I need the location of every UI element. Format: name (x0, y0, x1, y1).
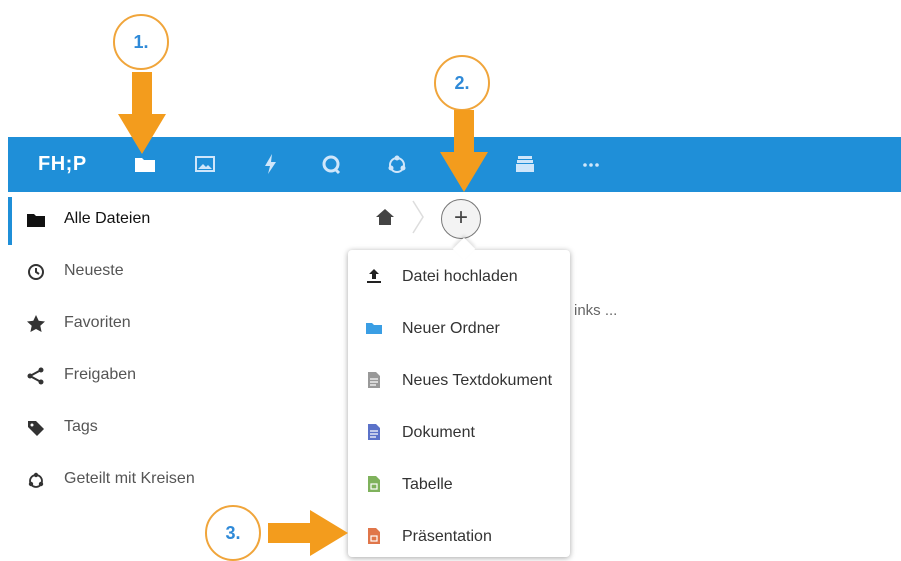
sidebar-item-label: Freigaben (64, 366, 137, 383)
deck-app-icon[interactable] (512, 151, 538, 177)
spreadsheet-icon (365, 475, 383, 493)
presentation-icon (365, 527, 383, 545)
star-icon (26, 314, 46, 334)
text-file-icon (365, 371, 383, 389)
sidebar-item-all-files[interactable]: Alle Dateien (8, 195, 361, 245)
gallery-app-icon[interactable] (192, 151, 218, 177)
sidebar-item-label: Neueste (64, 262, 124, 279)
circles-icon (26, 470, 46, 490)
sidebar-item-label: Alle Dateien (64, 210, 151, 227)
step-3-badge: 3. (205, 505, 261, 561)
menu-item-document[interactable]: Dokument (348, 410, 570, 454)
menu-item-upload[interactable]: Datei hochladen (348, 254, 570, 298)
step-1-badge: 1. (113, 14, 169, 70)
step-1-arrow-icon (118, 72, 166, 154)
circles-app-icon[interactable] (384, 151, 410, 177)
sidebar-item-label: Geteilt mit Kreisen (64, 470, 195, 487)
talk-app-icon[interactable] (318, 151, 344, 177)
sidebar-item-circles[interactable]: Geteilt mit Kreisen (8, 455, 361, 505)
menu-item-label: Neuer Ordner (402, 320, 500, 337)
breadcrumb-separator-icon (409, 199, 427, 235)
menu-item-label: Datei hochladen (402, 268, 518, 285)
sidebar-item-recent[interactable]: Neueste (8, 247, 361, 297)
step-3-arrow-icon (268, 510, 348, 556)
files-app-icon[interactable] (132, 151, 158, 177)
share-icon (26, 366, 46, 386)
partially-hidden-text: inks ... (574, 302, 618, 319)
upload-icon (365, 267, 383, 285)
step-2-badge: 2. (434, 55, 490, 111)
document-icon (365, 423, 383, 441)
folder-icon (26, 210, 46, 230)
more-apps-icon[interactable] (578, 151, 604, 177)
sidebar-item-tags[interactable]: Tags (8, 403, 361, 453)
menu-item-label: Präsentation (402, 528, 492, 545)
sidebar-item-label: Tags (64, 418, 98, 435)
sidebar-item-label: Favoriten (64, 314, 131, 331)
folder-icon (365, 319, 383, 337)
files-sidebar: Alle Dateien Neueste Favoriten Freigaben… (8, 192, 361, 561)
menu-item-presentation[interactable]: Präsentation (348, 514, 570, 558)
menu-item-new-text-document[interactable]: Neues Textdokument (348, 358, 570, 402)
menu-item-spreadsheet[interactable]: Tabelle (348, 462, 570, 506)
activity-app-icon[interactable] (258, 151, 284, 177)
sidebar-item-favorites[interactable]: Favoriten (8, 299, 361, 349)
home-icon[interactable] (374, 206, 396, 228)
menu-item-label: Dokument (402, 424, 475, 441)
new-item-menu: Datei hochladen Neuer Ordner Neues Textd… (348, 250, 570, 557)
tag-icon (26, 418, 46, 438)
clock-icon (26, 262, 46, 282)
menu-item-new-folder[interactable]: Neuer Ordner (348, 306, 570, 350)
sidebar-item-shares[interactable]: Freigaben (8, 351, 361, 401)
menu-item-label: Neues Textdokument (402, 372, 553, 389)
step-2-arrow-icon (440, 110, 488, 192)
add-new-button[interactable]: + (441, 199, 481, 239)
menu-item-label: Tabelle (402, 476, 453, 493)
logo[interactable]: FH;P (38, 153, 87, 176)
